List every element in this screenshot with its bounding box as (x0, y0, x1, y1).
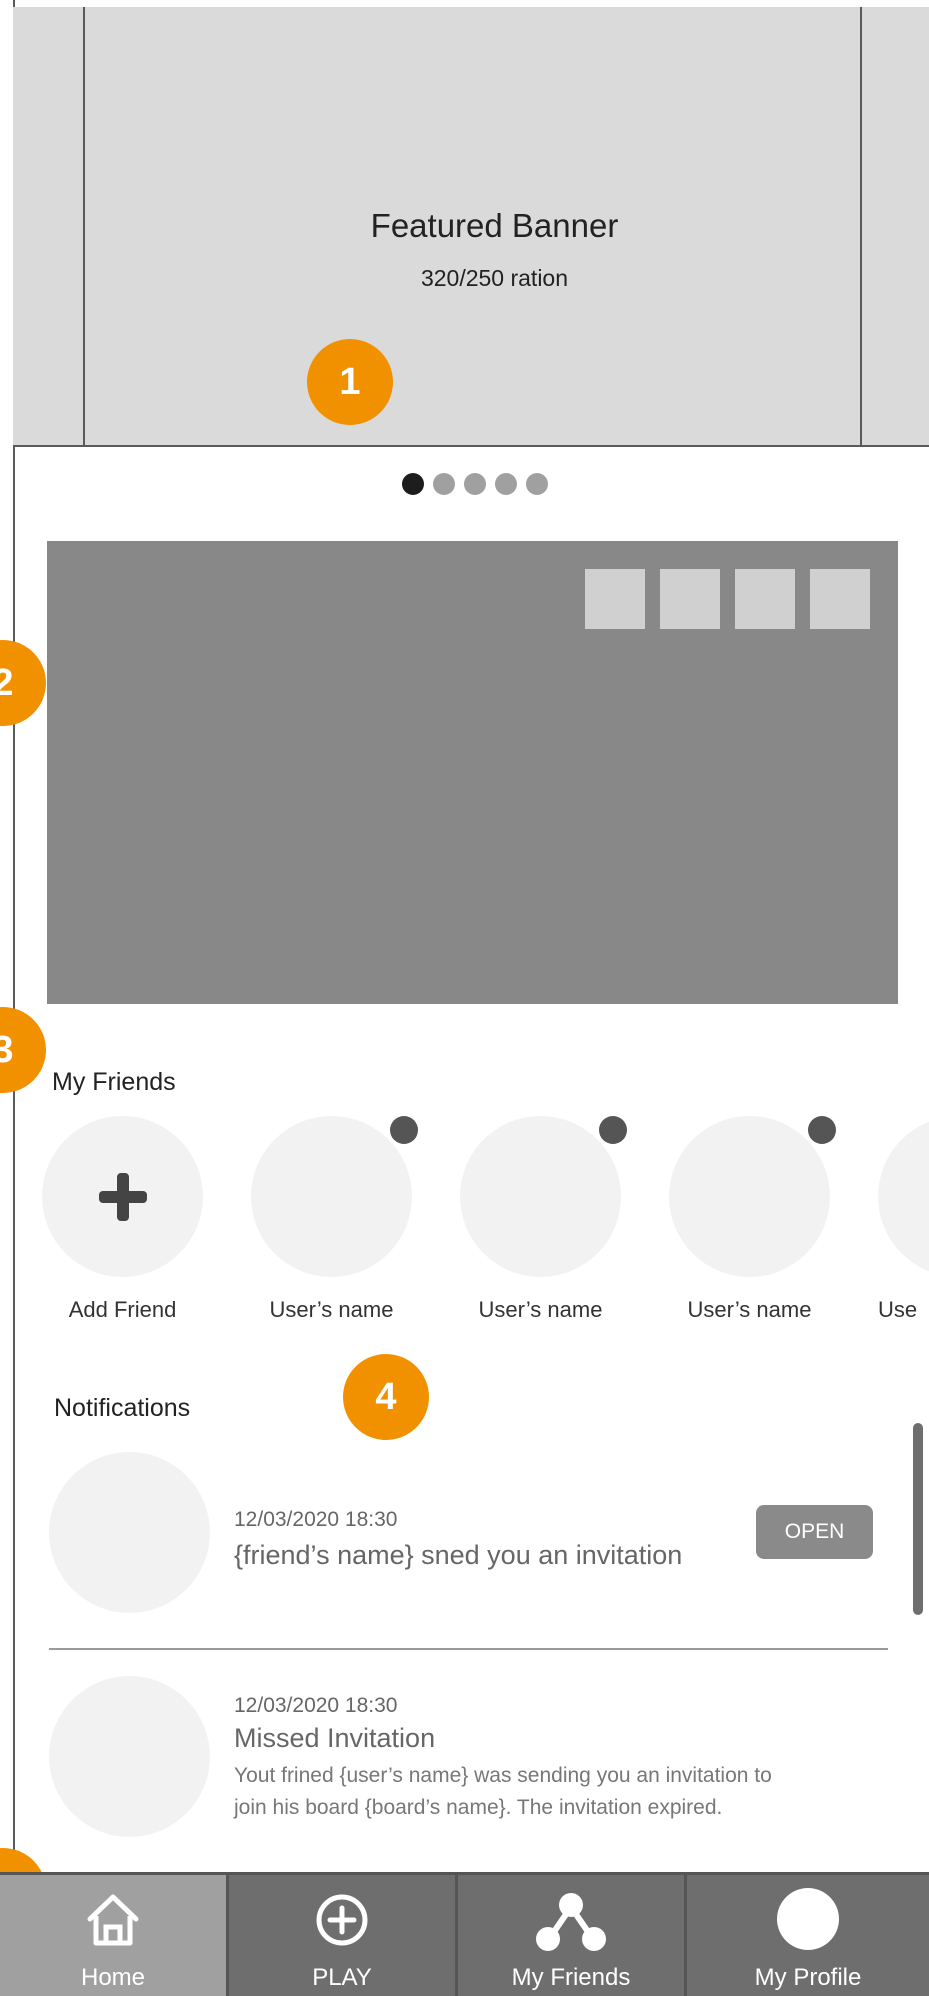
thumbnail[interactable] (585, 569, 645, 629)
network-icon (536, 1893, 606, 1951)
banner-title: Featured Banner (370, 207, 619, 244)
carousel-dot[interactable] (526, 473, 548, 495)
banner-subtitle: 320/250 ration (420, 265, 569, 291)
friend-label: User’s name (478, 1297, 603, 1322)
online-status-dot (808, 1116, 836, 1144)
carousel-dot[interactable] (433, 473, 455, 495)
notifications-section-title: Notifications (54, 1394, 191, 1422)
friend-avatar[interactable] (878, 1116, 929, 1277)
carousel-dot[interactable] (464, 473, 486, 495)
friends-section-title: My Friends (52, 1068, 176, 1096)
nav-item-home[interactable]: Home (0, 1875, 229, 1996)
carousel-indicator (402, 473, 548, 495)
friend-item[interactable]: User’s name (460, 1116, 627, 1323)
home-icon (87, 1894, 139, 1946)
friend-avatar[interactable] (669, 1116, 836, 1277)
open-invitation-button[interactable]: OPEN (756, 1505, 873, 1559)
nav-label: PLAY (312, 1964, 372, 1991)
featured-banner[interactable]: Featured Banner 320/250 ration (13, 7, 929, 447)
nav-item-my-friends[interactable]: My Friends (458, 1875, 687, 1996)
nav-item-my-profile[interactable]: My Profile (687, 1875, 929, 1996)
notification-avatar (49, 1676, 210, 1837)
online-status-dot (599, 1116, 627, 1144)
friend-label: Add Friend (68, 1297, 177, 1322)
notification-time: 12/03/2020 18:30 (234, 1694, 398, 1717)
notification-divider (49, 1648, 888, 1650)
nav-label: Home (80, 1964, 146, 1991)
notification-avatar (49, 1452, 210, 1613)
nav-label: My Friends (511, 1964, 631, 1991)
profile-circle-icon (777, 1888, 839, 1950)
carousel-dot[interactable] (402, 473, 424, 495)
notification-body-line: Yout frined {user’s name} was sending yo… (234, 1764, 772, 1787)
plus-icon (98, 1172, 147, 1221)
notification-message: {friend’s name} sned you an invitation (234, 1540, 683, 1570)
bottom-navigation: Home PLAY My Friends My Profile (0, 1872, 929, 1996)
carousel-dot[interactable] (495, 473, 517, 495)
nav-item-play[interactable]: PLAY (229, 1875, 458, 1996)
nav-label: My Profile (754, 1964, 862, 1991)
notification-body-line: join his board {board’s name}. The invit… (234, 1796, 723, 1819)
annotation-badge-1: 1 (307, 339, 393, 425)
thumbnail[interactable] (735, 569, 795, 629)
add-friend-button[interactable]: Add Friend (42, 1116, 203, 1323)
friend-item[interactable]: User’s name (669, 1116, 836, 1323)
plus-circle-icon (316, 1894, 368, 1946)
annotation-badge-3: 3 (0, 1007, 46, 1093)
add-friend-avatar[interactable] (42, 1116, 203, 1277)
friend-item[interactable]: Use (878, 1116, 929, 1323)
thumbnail[interactable] (660, 569, 720, 629)
annotation-badge-4: 4 (343, 1354, 429, 1440)
annotation-badge-2: 2 (0, 640, 46, 726)
friend-label: User’s name (687, 1297, 812, 1322)
friend-avatar[interactable] (460, 1116, 627, 1277)
friend-item[interactable]: User’s name (251, 1116, 418, 1323)
friend-avatar[interactable] (251, 1116, 418, 1277)
media-player-area[interactable] (47, 541, 898, 1004)
online-status-dot (390, 1116, 418, 1144)
notification-message: Missed Invitation (234, 1723, 436, 1753)
notifications-scrollbar[interactable] (913, 1423, 923, 1615)
friend-label: Use (878, 1297, 918, 1322)
thumbnail[interactable] (810, 569, 870, 629)
friend-label: User’s name (269, 1297, 394, 1322)
notification-time: 12/03/2020 18:30 (234, 1508, 398, 1531)
